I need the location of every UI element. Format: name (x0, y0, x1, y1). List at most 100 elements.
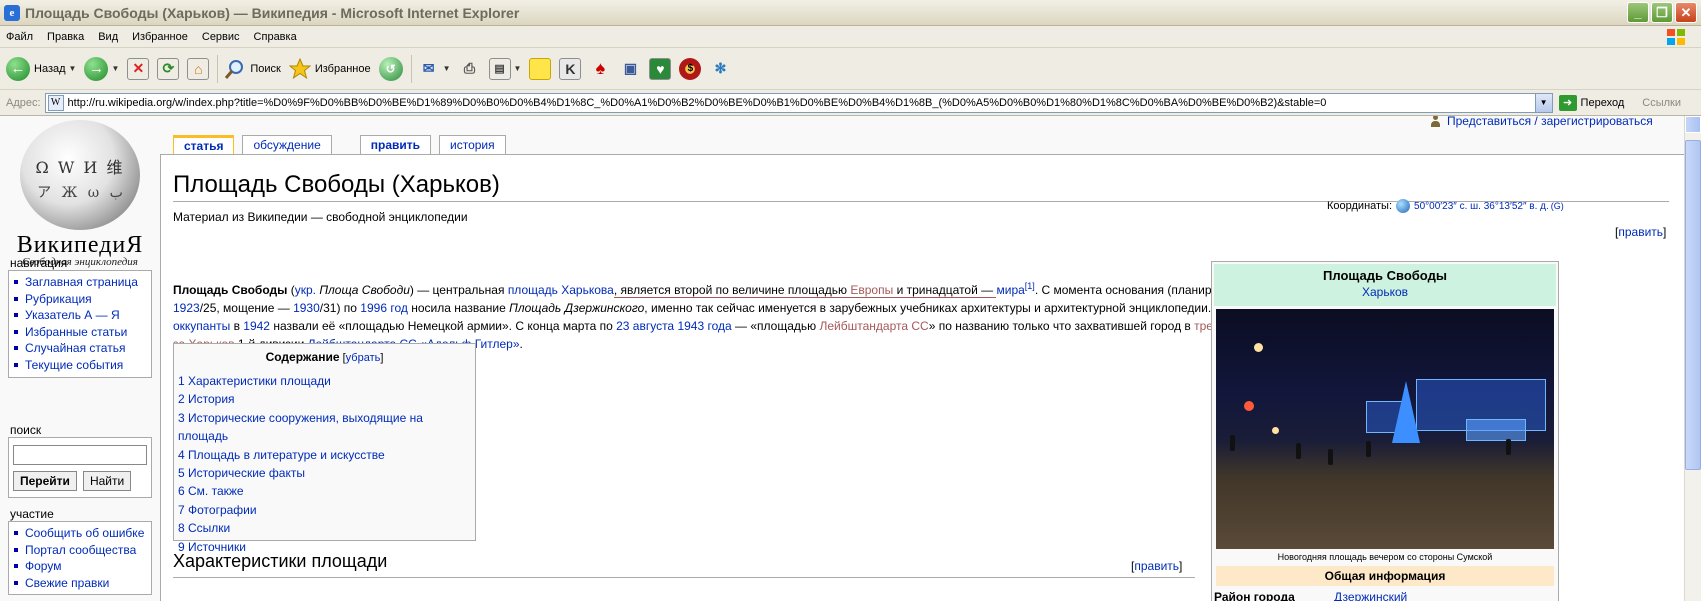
sidebar-item-featured[interactable]: Избранные статьи (9, 324, 148, 341)
home-icon[interactable]: ⌂ (187, 57, 210, 80)
page-icon: W (47, 94, 64, 111)
sidebar-item-forum[interactable]: Форум (9, 558, 148, 575)
search-portlet: поиск Перейти Найти (8, 423, 152, 498)
menu-favorites[interactable]: Избранное (132, 31, 188, 43)
go-button[interactable]: ➜ Переход (1558, 94, 1624, 111)
link-1943[interactable]: 1943 года (677, 319, 731, 333)
toc-item[interactable]: 8 Ссылки (178, 519, 471, 537)
personal-tools: Представиться / зарегистрироваться (1430, 116, 1653, 128)
toc-item[interactable]: 6 См. также (178, 482, 471, 500)
link-leibstandarte[interactable]: Лейбштандарта СС (819, 319, 928, 333)
stop-icon[interactable]: ✕ (127, 57, 150, 80)
toc-item[interactable]: 3 Исторические сооружения, выходящие на … (178, 409, 471, 446)
minimize-button[interactable]: _ (1627, 2, 1649, 23)
scroll-up-arrow[interactable] (1685, 116, 1701, 133)
sidebar-item-random[interactable]: Случайная статья (9, 340, 148, 357)
section-divider (173, 577, 1195, 578)
back-button[interactable]: ← Назад ▼ (6, 56, 77, 81)
star-icon (288, 57, 311, 79)
address-label: Адрес: (6, 96, 41, 109)
link-europe[interactable]: Европы (850, 283, 894, 298)
sidebar-item-index[interactable]: Указатель А — Я (9, 307, 148, 324)
media-icon[interactable]: ▣ (619, 58, 641, 80)
edit-link-section-1[interactable]: править (1134, 559, 1179, 573)
back-label: Назад (34, 62, 66, 75)
toc-item[interactable]: 5 Исторические факты (178, 464, 471, 482)
search-go-button[interactable]: Перейти (13, 471, 77, 491)
refresh-icon[interactable]: ⟳ (157, 57, 180, 80)
tab-history[interactable]: история (439, 135, 506, 154)
menu-help[interactable]: Справка (254, 31, 297, 43)
infobox-city-link[interactable]: Харьков (1214, 285, 1556, 299)
edit-page-icon[interactable]: ▤ (488, 57, 511, 80)
vertical-scrollbar[interactable] (1684, 116, 1701, 601)
poker-chip-icon[interactable]: $ (679, 57, 702, 80)
link-1942[interactable]: 1942 (243, 319, 270, 333)
toolbar-separator (410, 54, 412, 83)
address-input[interactable]: W http://ru.wikipedia.org/w/index.php?ti… (44, 92, 1553, 113)
article-content: Площадь Свободы (Харьков) Материал из Ви… (160, 154, 1684, 601)
infobox-district-label: Район города (1214, 590, 1295, 601)
link-kharkiv-square[interactable]: площадь Харькова (508, 283, 614, 297)
link-ukr[interactable]: укр. (295, 283, 316, 297)
ref-1[interactable]: [1] (1025, 281, 1035, 291)
sidebar-item-report-error[interactable]: Сообщить об ошибке (9, 525, 148, 542)
spade-card-icon[interactable]: ♠ (589, 58, 611, 80)
sidebar-item-community-portal[interactable]: Портал сообщества (9, 542, 148, 559)
link-1996[interactable]: 1996 год (360, 301, 408, 315)
search-button[interactable]: Поиск (224, 58, 281, 80)
link-august-23[interactable]: 23 августа (616, 319, 674, 333)
sidebar-item-current-events[interactable]: Текущие события (9, 357, 148, 374)
back-dropdown-icon[interactable]: ▼ (69, 64, 77, 73)
toc-item[interactable]: 2 История (178, 390, 471, 408)
login-link[interactable]: Представиться / зарегистрироваться (1447, 116, 1653, 128)
messenger-icon[interactable]: ✻ (709, 58, 731, 80)
menu-tools[interactable]: Сервис (202, 31, 240, 43)
coordinates-ref[interactable]: (G) (1551, 201, 1564, 211)
toc-item[interactable]: 4 Площадь в литературе и искусстве (178, 446, 471, 464)
infobox-district-value[interactable]: Дзержинский (1334, 590, 1407, 601)
search-find-button[interactable]: Найти (82, 471, 132, 491)
link-world[interactable]: мира (996, 283, 1024, 297)
mail-icon[interactable]: ✉ (418, 58, 440, 80)
link-1923[interactable]: 1923 (173, 301, 200, 315)
windows-flag-icon (1667, 29, 1685, 45)
coordinates-label: Координаты: (1327, 200, 1393, 212)
maximize-button[interactable]: ❐ (1651, 2, 1673, 23)
globe-icon[interactable] (1396, 199, 1411, 213)
links-button[interactable]: Ссылки (1642, 97, 1681, 109)
toc-item[interactable]: 7 Фотографии (178, 501, 471, 519)
title-bar: e Площадь Свободы (Харьков) — Википедия … (0, 0, 1701, 26)
forward-button[interactable]: → ▼ (84, 56, 119, 81)
toc-item[interactable]: 1 Характеристики площади (178, 372, 471, 390)
history-icon[interactable]: ↺ (378, 56, 403, 81)
note-icon[interactable] (529, 57, 552, 80)
forward-dropdown-icon[interactable]: ▼ (111, 64, 119, 73)
k-app-icon[interactable]: K (559, 57, 582, 80)
edit-link-top[interactable]: править (1618, 225, 1663, 239)
tab-article[interactable]: статья (173, 135, 235, 154)
link-1930[interactable]: 1930 (293, 301, 320, 315)
edit-dropdown-icon[interactable]: ▼ (514, 64, 522, 73)
close-button[interactable]: ✕ (1675, 2, 1697, 23)
solitaire-icon[interactable]: ♥ (649, 57, 672, 80)
wikipedia-logo[interactable]: ВикипедиЯ Свободная энциклопедия (10, 116, 150, 272)
scroll-thumb[interactable] (1685, 140, 1701, 470)
sidebar-item-recent-changes[interactable]: Свежие правки (9, 575, 148, 592)
menu-edit[interactable]: Правка (47, 31, 84, 43)
menu-file[interactable]: Файл (6, 31, 33, 43)
favorites-button[interactable]: Избранное (288, 57, 371, 80)
address-dropdown-icon[interactable]: ▼ (1534, 93, 1552, 112)
infobox-photo[interactable] (1216, 309, 1554, 549)
toc-hide-link[interactable]: убрать (346, 352, 381, 364)
tab-discussion[interactable]: обсуждение (242, 135, 332, 154)
search-input[interactable] (13, 445, 147, 465)
coordinates-value[interactable]: 50°00′23″ с. ш. 36°13′52″ в. д. (1414, 201, 1549, 212)
print-icon[interactable]: ⎙ (459, 58, 481, 80)
tab-edit[interactable]: править (359, 135, 432, 154)
mail-dropdown-icon[interactable]: ▼ (443, 64, 451, 73)
sidebar-item-categories[interactable]: Рубрикация (9, 291, 148, 308)
search-magnifier-icon (225, 59, 244, 79)
sidebar-item-main-page[interactable]: Заглавная страница (9, 274, 148, 291)
menu-view[interactable]: Вид (98, 31, 118, 43)
